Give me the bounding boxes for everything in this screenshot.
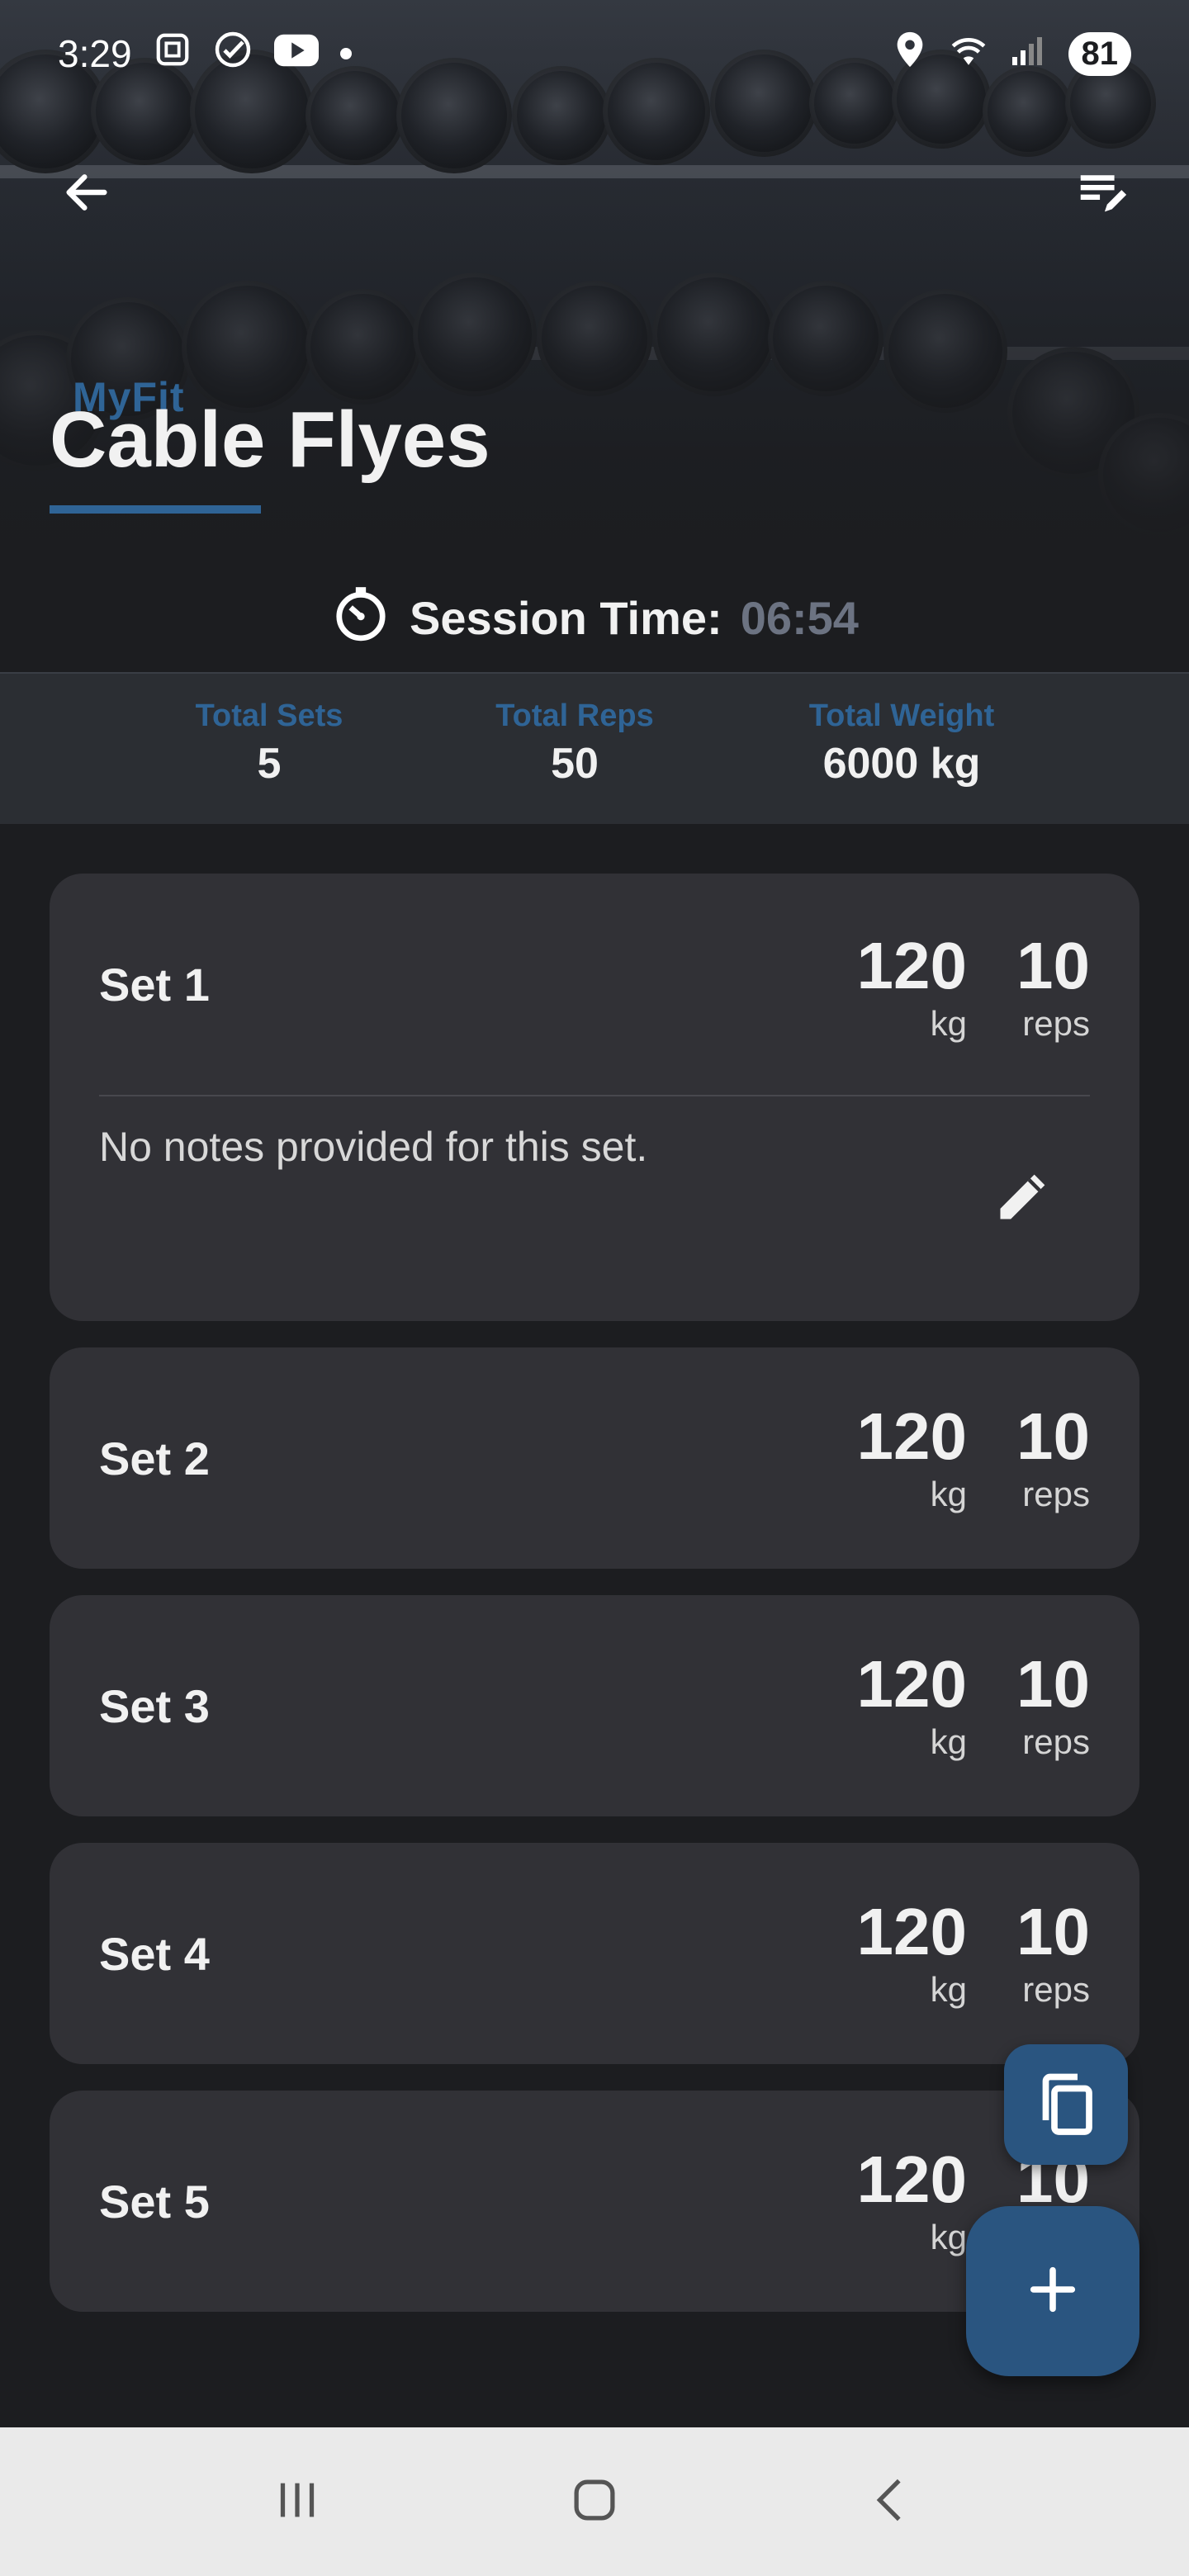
notification-dot-icon [339,48,352,59]
weight-unit: kg [930,1004,968,1043]
reps-unit: reps [1022,1722,1090,1761]
reps-value: 10 [1016,929,1090,1002]
workout-stats: Total Sets 5 Total Reps 50 Total Weight … [0,672,1189,824]
stat-total-weight: Total Weight 6000 kg [809,698,994,788]
set-reps: 10 reps [1016,931,1090,1044]
set-reps: 10 reps [1016,1650,1090,1762]
set-weight: 120 kg [857,1897,967,2010]
screenshot-icon [154,31,192,78]
set-reps: 10 reps [1016,1402,1090,1514]
stat-total-reps: Total Reps 50 [495,698,653,788]
session-time-label: Session Time: [410,591,722,644]
session-timer: Session Time: 06:54 [0,583,1189,652]
weight-value: 120 [856,2143,968,2216]
arrow-left-icon [60,166,113,223]
set-notes: No notes provided for this set. [99,1124,648,1170]
reps-unit: reps [1022,1004,1090,1043]
status-time: 3:29 [58,32,132,75]
set-weight: 120 kg [857,1402,967,1514]
weight-value: 120 [856,1895,968,1968]
stat-value: 6000 kg [822,740,981,788]
set-weight: 120 kg [857,931,967,1044]
plus-icon [1024,2261,1082,2323]
reps-unit: reps [1022,1970,1090,2009]
weight-value: 120 [856,1647,968,1721]
edit-notes-button[interactable] [991,1164,1057,1230]
weight-unit: kg [930,1722,968,1761]
system-navigation-bar [0,2427,1189,2576]
battery-indicator: 81 [1068,31,1131,76]
weight-unit: kg [930,1475,968,1513]
copy-icon [1031,2068,1101,2142]
session-time-value: 06:54 [740,591,859,644]
set-label: Set 3 [99,1680,210,1732]
reps-unit: reps [1022,1475,1090,1513]
set-label: Set 2 [99,1432,210,1485]
reps-value: 10 [1016,1647,1090,1721]
add-set-button[interactable] [966,2206,1139,2376]
set-weight: 120 kg [857,2145,967,2257]
stopwatch-icon [330,582,391,654]
set-label: Set 5 [99,2176,210,2228]
set-card-4[interactable]: Set 4 120 kg 10 reps [50,1843,1139,2064]
stat-total-sets: Total Sets 5 [196,698,343,788]
home-button[interactable] [545,2452,644,2551]
recents-icon [268,2471,326,2533]
list-edit-icon [1073,163,1131,225]
location-icon [893,31,926,78]
signal-icon [1011,31,1047,76]
stat-label: Total Reps [495,698,654,733]
system-back-button[interactable] [842,2452,941,2551]
wifi-icon [948,31,989,76]
check-circle-icon [213,30,253,78]
youtube-icon [273,31,319,76]
stat-label: Total Sets [195,698,343,733]
set-card-2[interactable]: Set 2 120 kg 10 reps [50,1347,1139,1569]
set-label: Set 4 [99,1928,210,1980]
home-icon [566,2471,623,2533]
chevron-left-icon [863,2471,921,2533]
set-label: Set 1 [99,959,210,1011]
set-weight: 120 kg [857,1650,967,1762]
set-card-1[interactable]: Set 1 120 kg 10 reps No notes provided f… [50,874,1139,1321]
copy-set-button[interactable] [1004,2044,1128,2165]
stat-value: 50 [551,740,599,788]
back-button[interactable] [50,157,124,231]
weight-unit: kg [930,2218,968,2256]
stat-label: Total Weight [808,698,995,733]
weight-unit: kg [930,1970,968,2009]
divider [99,1095,1090,1096]
edit-list-button[interactable] [1065,157,1139,231]
reps-value: 10 [1016,1399,1090,1473]
weight-value: 120 [856,1399,968,1473]
title-underline [50,505,261,514]
exercise-title: Cable Flyes [50,395,490,484]
set-reps: 10 reps [1016,1897,1090,2010]
set-card-3[interactable]: Set 3 120 kg 10 reps [50,1595,1139,1816]
reps-value: 10 [1016,1895,1090,1968]
status-bar: 3:29 81 [0,0,1189,107]
weight-value: 120 [856,929,968,1002]
pencil-icon [992,1164,1055,1231]
stat-value: 5 [257,740,282,788]
recent-apps-button[interactable] [248,2452,347,2551]
